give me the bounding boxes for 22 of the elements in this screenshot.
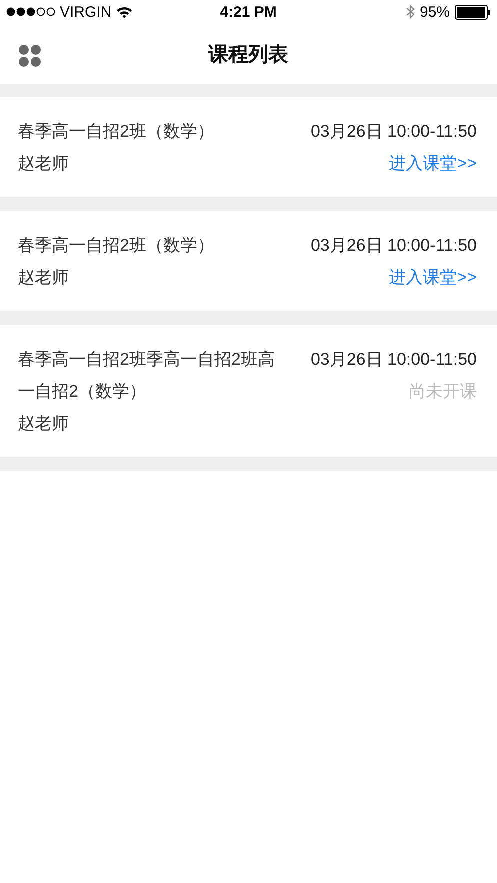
class-time: 03月26日 10:00-11:50	[310, 121, 477, 143]
wifi-icon	[116, 6, 133, 18]
class-time: 03月26日 10:00-11:50	[310, 349, 477, 371]
teacher-name: 赵老师	[18, 413, 70, 435]
class-status: 尚未开课	[409, 381, 477, 403]
menu-button[interactable]	[17, 43, 43, 69]
clock-time: 4:21 PM	[220, 4, 277, 20]
page-title: 课程列表	[208, 42, 288, 68]
battery-icon	[455, 4, 492, 20]
class-time: 03月26日 10:00-11:50	[310, 235, 477, 257]
teacher-name: 赵老师	[18, 153, 70, 175]
course-title: 春季高一自招2班（数学）	[18, 235, 216, 257]
battery-percent: 95%	[420, 4, 450, 20]
teacher-name: 赵老师	[18, 267, 70, 289]
enter-class-link[interactable]: 进入课堂>>	[389, 262, 477, 294]
signal-icon	[6, 7, 56, 17]
four-petal-icon	[18, 44, 42, 68]
enter-class-link[interactable]: 进入课堂>>	[389, 148, 477, 180]
bluetooth-icon	[406, 4, 415, 20]
course-title: 春季高一自招2班季高一自招2班高一自招2（数学）	[18, 349, 276, 403]
carrier-name: VIRGIN	[60, 4, 112, 20]
course-title: 春季高一自招2班（数学）	[18, 121, 216, 143]
